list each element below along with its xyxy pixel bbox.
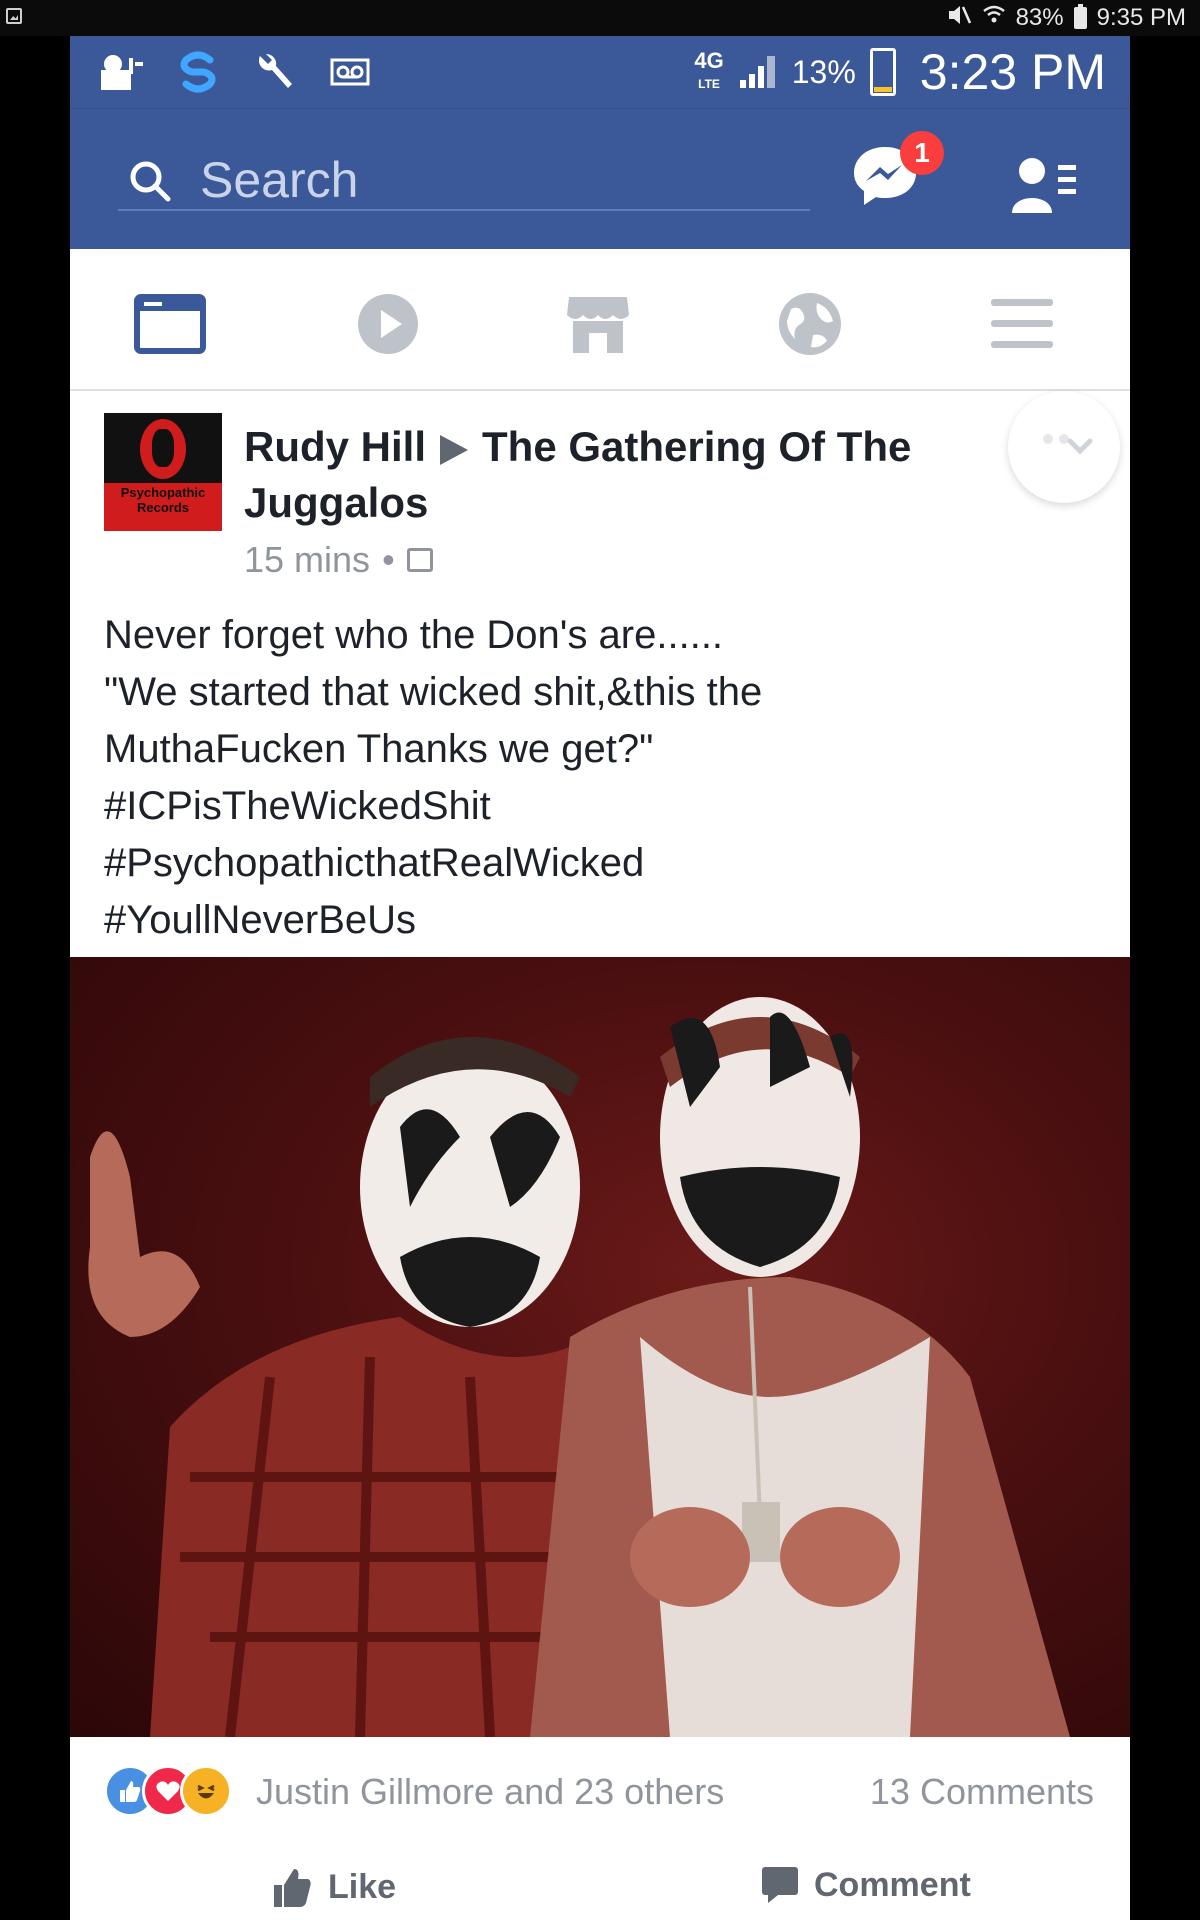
device-battery-percent: 83% [1015, 4, 1064, 31]
marketplace-icon [567, 297, 629, 353]
voicemail-icon [326, 50, 374, 94]
battery-icon [1073, 4, 1087, 29]
signal-icon [738, 50, 778, 95]
tab-notifications[interactable] [770, 289, 850, 359]
like-label[interactable]: Like [328, 1868, 396, 1907]
search-bar[interactable]: Search [118, 147, 810, 211]
avatar-logo-text: Psychopathic Records [120, 485, 206, 515]
tab-menu[interactable] [982, 289, 1062, 359]
reactions-summary[interactable]: Justin Gillmore and 23 others 13 Comment… [70, 1737, 1130, 1837]
phone-status-bar: 4G LTE 13% 3:23 PM [70, 36, 1130, 109]
tab-bar [70, 249, 1130, 391]
friend-requests-icon[interactable] [1010, 155, 1080, 220]
network-subtype: LTE [698, 76, 720, 91]
news-feed-icon [134, 294, 206, 354]
app-header: Search 1 [70, 109, 1130, 249]
post-time[interactable]: 15 mins [244, 539, 370, 581]
reaction-icons [104, 1765, 244, 1817]
shared-to-arrow-icon [440, 434, 469, 465]
chevron-down-icon [1043, 434, 1093, 455]
post-body: Never forget who the Don's are...... "We… [70, 607, 1130, 957]
like-button[interactable]: Like [270, 1865, 396, 1909]
sync-s-icon [174, 50, 222, 94]
comment-button[interactable]: Comment [760, 1865, 971, 1905]
haha-reaction-icon [180, 1765, 232, 1817]
search-placeholder[interactable]: Search [200, 151, 358, 209]
tab-video[interactable] [348, 289, 428, 359]
news-notification-icon [98, 50, 146, 94]
post-header: Psychopathic Records Rudy Hill The Gather… [70, 391, 1130, 607]
comment-icon [762, 1867, 798, 1903]
comments-count[interactable]: 13 Comments [870, 1771, 1094, 1813]
post-text-line: Never forget who the Don's are...... [104, 613, 724, 657]
phone-battery-percent: 13% [791, 53, 856, 90]
globe-icon [779, 293, 841, 355]
device-status-bar: 83% 9:35 PM [0, 0, 1200, 36]
phone-clock: 3:23 PM [919, 44, 1106, 100]
wifi-icon [982, 3, 1006, 34]
thumbs-up-icon [274, 1869, 311, 1907]
hatchetman-logo-icon [140, 419, 186, 479]
hashtag-link[interactable]: #YoullNeverBeUs [104, 892, 1096, 949]
wrench-icon [250, 50, 298, 94]
menu-icon [991, 299, 1053, 348]
phone-battery-icon [869, 48, 896, 96]
device-clock: 9:35 PM [1096, 4, 1186, 31]
avatar[interactable]: Psychopathic Records [104, 413, 222, 531]
screenshot-frame: 4G LTE 13% 3:23 PM Search 1 Psychopathic… [70, 36, 1130, 1920]
tab-marketplace[interactable] [558, 289, 638, 359]
post-options-button[interactable] [1008, 391, 1120, 503]
comment-label[interactable]: Comment [814, 1866, 971, 1905]
hashtag-link[interactable]: #ICPisTheWickedShit [104, 778, 1096, 835]
audience-icon [406, 548, 433, 572]
reactions-names[interactable]: Justin Gillmore and 23 others [256, 1771, 724, 1813]
play-icon [358, 294, 418, 354]
post-photo[interactable] [70, 957, 1130, 1737]
gallery-notification-icon [6, 8, 22, 24]
mute-icon [946, 3, 972, 34]
network-type: 4G LTE [694, 47, 724, 91]
post-meta: 15 mins • [244, 539, 433, 581]
author-name[interactable]: Rudy Hill [244, 423, 426, 470]
hashtag-link[interactable]: #PsychopathicthatRealWicked [104, 835, 1096, 892]
post-text-line: "We started that wicked shit,&this the [104, 670, 763, 714]
photo-illustration [88, 997, 1070, 1737]
post-text-line: MuthaFucken Thanks we get?" [104, 727, 654, 771]
messenger-badge: 1 [900, 131, 944, 175]
tab-news-feed[interactable] [130, 289, 210, 359]
search-icon[interactable] [128, 159, 172, 208]
post-actions: Like Comment [70, 1837, 1130, 1907]
post-author-line: Rudy Hill The Gathering Of The Juggalos [244, 419, 984, 531]
